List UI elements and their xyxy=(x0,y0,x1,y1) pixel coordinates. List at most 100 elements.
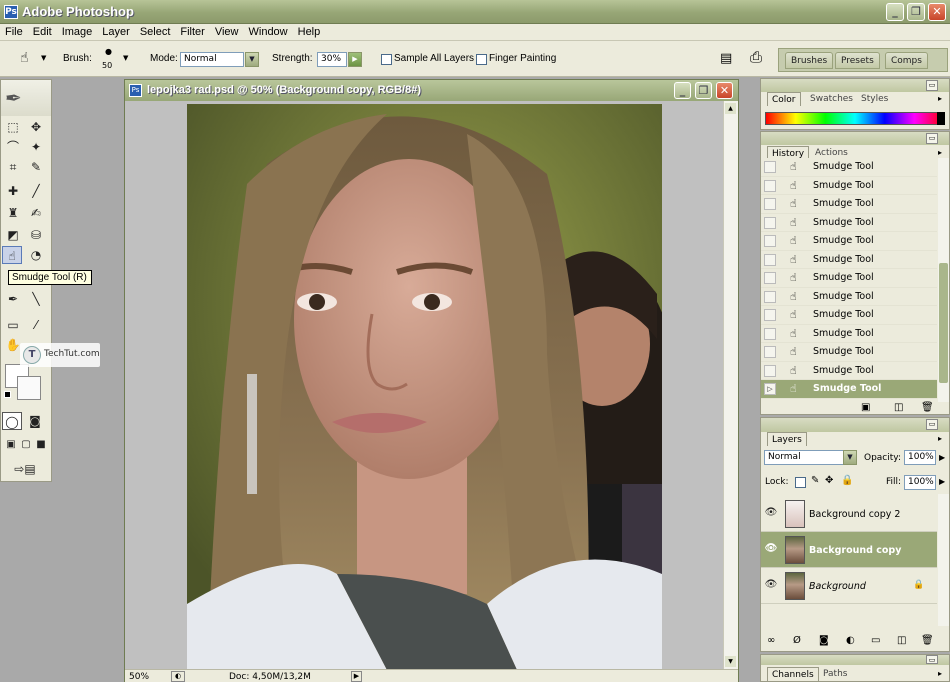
history-source-box[interactable] xyxy=(764,272,776,284)
tab-layers[interactable]: Layers xyxy=(767,432,807,446)
history-source-box[interactable] xyxy=(764,235,776,247)
lock-transparency-icon[interactable] xyxy=(795,477,806,488)
crop-tool-icon[interactable]: ⌗ xyxy=(3,158,23,176)
new-layer-icon[interactable]: ◫ xyxy=(897,635,906,646)
color-panel-menu-icon[interactable]: ▸ xyxy=(938,94,942,103)
move-tool-icon[interactable]: ✥ xyxy=(26,118,46,136)
history-item[interactable]: ☝ Smudge Tool xyxy=(761,306,937,325)
history-item[interactable]: ☝ Smudge Tool xyxy=(761,362,937,380)
layer-name[interactable]: Background copy 2 xyxy=(809,509,900,520)
menu-file[interactable]: File xyxy=(0,24,28,38)
status-nav-icon[interactable]: ◐ xyxy=(171,671,185,682)
dodge-tool-icon[interactable]: ◔ xyxy=(26,246,46,264)
clone-stamp-tool-icon[interactable]: ♜ xyxy=(3,204,23,222)
color-ramp-black[interactable] xyxy=(937,112,945,125)
paint-bucket-tool-icon[interactable]: ⛁ xyxy=(26,226,46,244)
menu-help[interactable]: Help xyxy=(293,24,326,38)
history-source-box[interactable] xyxy=(764,290,776,303)
doc-minimize-button[interactable]: _ xyxy=(674,82,691,99)
create-document-icon[interactable]: ◫ xyxy=(894,402,903,413)
history-item[interactable]: ☝ Smudge Tool xyxy=(761,269,937,288)
tab-paths[interactable]: Paths xyxy=(819,667,851,681)
layers-scrollbar[interactable] xyxy=(938,494,949,626)
marquee-tool-icon[interactable]: ⬚ xyxy=(3,118,23,136)
history-item[interactable]: ☝ Smudge Tool xyxy=(761,232,937,251)
color-panel-minimize-icon[interactable]: ▭ xyxy=(926,80,938,91)
layer-row[interactable]: 👁 Background 🔒 xyxy=(761,568,937,604)
minimize-button[interactable]: _ xyxy=(886,3,904,21)
tab-channels[interactable]: Channels xyxy=(767,667,819,681)
layer-thumbnail[interactable] xyxy=(785,536,805,564)
opacity-input[interactable]: 100% xyxy=(904,450,936,465)
color-ramp[interactable] xyxy=(765,112,945,125)
history-brush-tool-icon[interactable]: ✍ xyxy=(26,204,46,222)
tab-color[interactable]: Color xyxy=(767,92,801,106)
history-source-box[interactable] xyxy=(764,309,776,321)
close-button[interactable]: ✕ xyxy=(928,3,946,21)
tab-swatches[interactable]: Swatches xyxy=(806,92,857,106)
layer-thumbnail[interactable] xyxy=(785,572,805,600)
pen-tool-icon[interactable]: ✒ xyxy=(3,290,23,308)
brush-tool-icon[interactable]: ╱ xyxy=(26,182,46,200)
new-snapshot-icon[interactable]: ▣ xyxy=(861,402,870,413)
tab-styles[interactable]: Styles xyxy=(857,92,892,106)
layer-thumbnail[interactable] xyxy=(785,500,805,528)
mode-select[interactable]: Normal xyxy=(180,52,244,67)
history-source-box[interactable] xyxy=(764,253,776,266)
file-browser-icon[interactable]: ⎙ xyxy=(750,48,762,66)
history-source-box[interactable] xyxy=(764,179,776,192)
channels-panel-minimize-icon[interactable]: ▭ xyxy=(926,655,938,664)
scroll-down-icon[interactable]: ▼ xyxy=(725,656,736,667)
menu-window[interactable]: Window xyxy=(244,24,293,38)
preset-dropdown-icon[interactable]: ▼ xyxy=(41,54,46,62)
history-item[interactable]: ▷ ☝ Smudge Tool xyxy=(761,380,937,399)
history-source-box[interactable] xyxy=(764,198,776,210)
smudge-tool-preset-icon[interactable]: ☝ xyxy=(20,50,29,66)
history-scroll-thumb[interactable] xyxy=(939,263,948,383)
brush-dropdown-icon[interactable]: ▼ xyxy=(123,54,128,62)
history-item[interactable]: ☝ Smudge Tool xyxy=(761,177,937,195)
delete-layer-icon[interactable]: 🗑 xyxy=(921,635,934,646)
menu-layer[interactable]: Layer xyxy=(97,24,135,38)
history-source-box[interactable] xyxy=(764,364,776,377)
history-item[interactable]: ☝ Smudge Tool xyxy=(761,158,937,177)
layer-visibility-eye-icon[interactable]: 👁 xyxy=(764,543,778,554)
portrait-photo[interactable] xyxy=(187,104,662,670)
well-tab-presets[interactable]: Presets xyxy=(835,52,880,69)
layer-style-icon[interactable]: Ø xyxy=(793,635,801,646)
layer-row[interactable]: 👁 Background copy xyxy=(761,532,937,568)
document-title-bar[interactable]: Ps lepojka3 rad.psd @ 50% (Background co… xyxy=(125,80,738,101)
smudge-tool-icon[interactable]: ☝ xyxy=(2,246,22,264)
layer-name[interactable]: Background xyxy=(809,581,866,592)
brush-dot-icon[interactable]: ● xyxy=(105,47,112,56)
jump-to-imageready-icon[interactable]: ⇨▤ xyxy=(5,460,45,478)
notes-tool-icon[interactable]: ▭ xyxy=(3,316,23,334)
history-item[interactable]: ☝ Smudge Tool xyxy=(761,195,937,214)
slice-tool-icon[interactable]: ✎ xyxy=(26,158,46,176)
layer-visibility-eye-icon[interactable]: 👁 xyxy=(764,507,778,518)
lock-paint-icon[interactable]: ✎ xyxy=(811,475,819,486)
well-tab-brushes[interactable]: Brushes xyxy=(785,52,834,69)
adjustment-layer-icon[interactable]: ◐ xyxy=(846,635,855,646)
history-item[interactable]: ☝ Smudge Tool xyxy=(761,288,937,306)
history-trash-icon[interactable]: 🗑 xyxy=(921,402,934,413)
history-panel-menu-icon[interactable]: ▸ xyxy=(938,148,942,157)
new-group-icon[interactable]: ▭ xyxy=(871,635,880,646)
mode-dropdown-icon[interactable]: ▼ xyxy=(245,52,259,67)
background-color-swatch[interactable] xyxy=(17,376,41,400)
canvas-area[interactable] xyxy=(125,101,723,670)
menu-select[interactable]: Select xyxy=(135,24,176,38)
layer-row[interactable]: 👁 Background copy 2 xyxy=(761,496,937,532)
menu-image[interactable]: Image xyxy=(57,24,98,38)
zoom-level[interactable]: 50% xyxy=(129,672,149,682)
quick-mask-mode-icon[interactable]: ◙ xyxy=(25,412,45,430)
doc-maximize-button[interactable]: ❐ xyxy=(695,82,712,99)
layers-panel-menu-icon[interactable]: ▸ xyxy=(938,434,942,443)
status-menu-arrow-icon[interactable]: ▶ xyxy=(351,671,362,682)
finger-painting-checkbox[interactable] xyxy=(476,54,487,65)
line-tool-icon[interactable]: ╲ xyxy=(26,290,46,308)
history-state-marker-icon[interactable]: ▷ xyxy=(764,383,776,395)
history-scrollbar[interactable] xyxy=(938,158,949,402)
fill-input[interactable]: 100% xyxy=(904,475,936,490)
magic-wand-tool-icon[interactable]: ✦ xyxy=(26,138,46,156)
